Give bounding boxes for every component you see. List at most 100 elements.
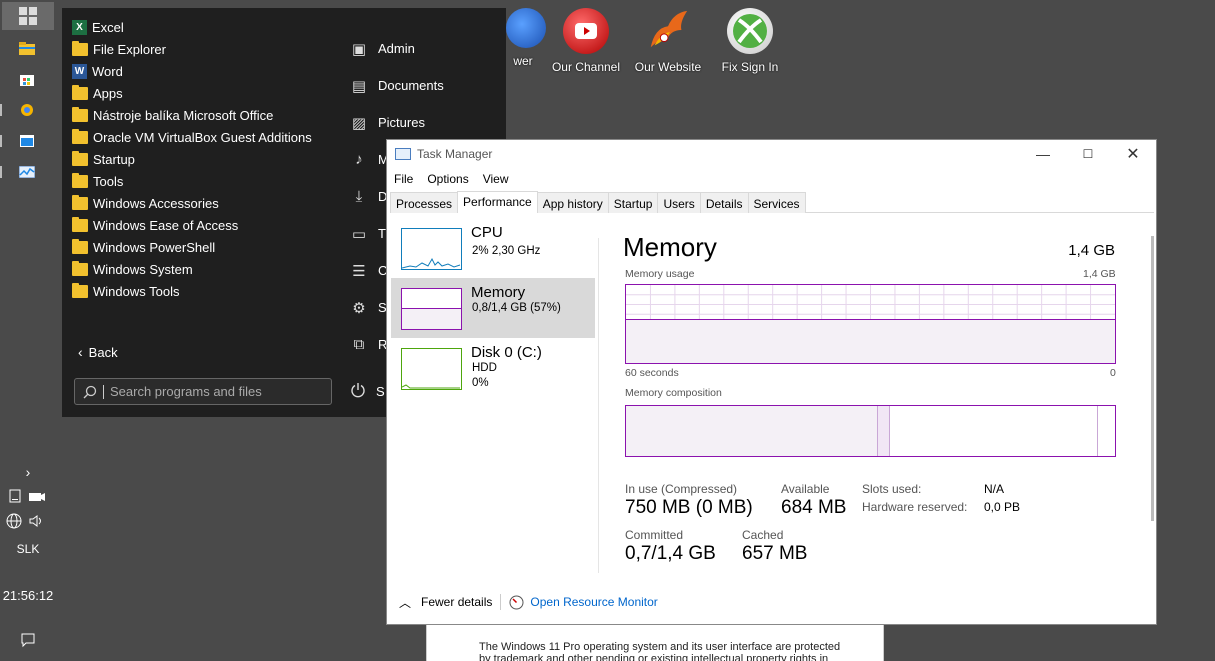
memory-mini-fill — [402, 308, 461, 329]
tab-performance[interactable]: Performance — [457, 191, 538, 213]
memory-usage-max: 1,4 GB — [1083, 268, 1116, 280]
composition-standby — [890, 406, 1098, 456]
maximize-icon[interactable]: ☐ — [1078, 147, 1098, 161]
volume-icon[interactable] — [28, 513, 46, 529]
program-item[interactable]: Windows PowerShell — [72, 236, 312, 258]
in-use-label: In use (Compressed) — [625, 482, 738, 496]
panel-divider — [598, 238, 599, 573]
program-item[interactable]: Apps — [72, 82, 312, 104]
cpu-sparkline — [401, 257, 461, 269]
footer: ︿ Fewer details Open Resource Monitor — [387, 586, 1156, 618]
open-resource-monitor-link[interactable]: Open Resource Monitor — [509, 595, 658, 610]
menu-file[interactable]: File — [394, 172, 413, 186]
word-icon: W — [72, 63, 87, 79]
taskbar: › SLK 21:56:12 — [0, 0, 56, 661]
folder-icon — [72, 172, 88, 188]
program-item[interactable]: Startup — [72, 148, 312, 170]
xbox-icon — [727, 8, 773, 54]
menu-view[interactable]: View — [483, 172, 509, 186]
computer-icon: ▭ — [351, 225, 367, 243]
program-item[interactable]: Windows System — [72, 258, 312, 280]
slots-used-value: N/A — [984, 482, 1005, 496]
youtube-icon — [563, 8, 609, 54]
tab-users[interactable]: Users — [657, 192, 701, 213]
tab-startup[interactable]: Startup — [607, 192, 659, 213]
task-manager-icon — [19, 166, 35, 178]
tab-app-history[interactable]: App history — [536, 192, 609, 213]
program-item[interactable]: W Word — [72, 60, 312, 82]
tray-device-icon[interactable] — [6, 488, 24, 504]
program-label: Oracle VM VirtualBox Guest Additions — [93, 129, 312, 145]
cached-value: 657 MB — [742, 543, 808, 564]
desktop-icon-our-channel[interactable]: Our Channel — [546, 8, 626, 74]
performance-panel: CPU 2% 2,30 GHz Memory 0,8/1,4 GB (57%) … — [389, 218, 1155, 578]
taskbar-app-window[interactable] — [18, 133, 36, 149]
menu-bar: File Options View — [394, 172, 509, 186]
program-label: Startup — [93, 151, 135, 167]
places-item[interactable]: ▤ Documents — [350, 67, 444, 104]
store-icon — [20, 75, 34, 86]
taskbar-task-manager[interactable] — [18, 164, 36, 180]
sidebar-sub: 2% 2,30 GHz — [472, 245, 541, 257]
program-item[interactable]: Windows Ease of Access — [72, 214, 312, 236]
tab-services[interactable]: Services — [747, 192, 806, 213]
program-label: File Explorer — [93, 41, 166, 57]
network-globe-icon[interactable] — [5, 513, 23, 529]
program-item[interactable]: Nástroje balíka Microsoft Office — [72, 104, 312, 126]
text-cursor — [103, 384, 104, 399]
sidebar-item-cpu[interactable]: CPU 2% 2,30 GHz — [391, 218, 595, 278]
program-item[interactable]: X Excel — [72, 16, 312, 38]
notifications-icon[interactable] — [19, 632, 37, 648]
back-button[interactable]: ‹ Back — [78, 344, 118, 360]
scrollbar[interactable] — [1151, 236, 1154, 521]
close-icon[interactable]: ✕ — [1123, 144, 1143, 164]
music-icon: ♪ — [355, 151, 363, 168]
program-item[interactable]: Tools — [72, 170, 312, 192]
places-label: T — [378, 226, 386, 241]
fewer-details-button[interactable]: ︿ Fewer details — [399, 594, 492, 611]
search-input[interactable]: Search programs and files — [74, 378, 332, 405]
folder-icon — [72, 128, 88, 144]
document-icon: ▤ — [351, 77, 367, 95]
sidebar-item-disk[interactable]: Disk 0 (C:) HDD 0% — [391, 338, 595, 398]
disk-mini-graph — [401, 348, 462, 390]
download-icon: ⤓ — [355, 188, 363, 205]
taskbar-active-indicator — [0, 135, 2, 147]
program-item[interactable]: Oracle VM VirtualBox Guest Additions — [72, 126, 312, 148]
program-label: Windows System — [93, 261, 193, 277]
window-title: Task Manager — [417, 147, 493, 161]
taskbar-file-explorer[interactable] — [18, 40, 36, 56]
menu-options[interactable]: Options — [427, 172, 468, 186]
task-manager-window: Task Manager — ☐ ✕ File Options View Pro… — [386, 139, 1157, 625]
tray-camera-icon[interactable] — [28, 488, 46, 504]
clock[interactable]: 21:56:12 — [0, 588, 56, 603]
sidebar-label: CPU — [471, 224, 503, 241]
windows-logo-icon — [19, 7, 37, 25]
show-hidden-icons-chevron-icon[interactable]: › — [0, 464, 56, 480]
program-label: Windows Tools — [93, 283, 180, 299]
sidebar-label: Disk 0 (C:) — [471, 344, 542, 361]
memory-composition-label: Memory composition — [625, 387, 722, 399]
desktop-icon-fix-sign-in[interactable]: Fix Sign In — [710, 8, 790, 74]
program-item[interactable]: Windows Accessories — [72, 192, 312, 214]
program-item[interactable]: File Explorer — [72, 38, 312, 60]
minimize-icon[interactable]: — — [1033, 146, 1053, 162]
language-indicator[interactable]: SLK — [0, 542, 56, 556]
taskbar-store[interactable] — [18, 71, 36, 87]
taskbar-browser[interactable] — [18, 102, 36, 118]
sidebar-item-memory[interactable]: Memory 0,8/1,4 GB (57%) — [391, 278, 595, 338]
folder-icon — [72, 238, 88, 254]
program-item[interactable]: Windows Tools — [72, 280, 312, 302]
tab-details[interactable]: Details — [699, 192, 749, 213]
program-label: Windows PowerShell — [93, 239, 216, 255]
tab-processes[interactable]: Processes — [390, 192, 459, 213]
shutdown-button[interactable]: S — [350, 382, 385, 401]
memory-total: 1,4 GB — [1068, 242, 1115, 259]
disk-sparkline — [401, 384, 460, 389]
memory-mini-graph — [401, 288, 462, 330]
places-item[interactable]: ▨ Pictures — [350, 104, 444, 141]
start-button[interactable] — [2, 2, 54, 30]
places-item[interactable]: ▣ Admin — [350, 30, 444, 67]
desktop-icon-our-website[interactable]: Our Website — [628, 8, 708, 74]
info-text-line: by trademark and other pending or existi… — [479, 653, 829, 661]
